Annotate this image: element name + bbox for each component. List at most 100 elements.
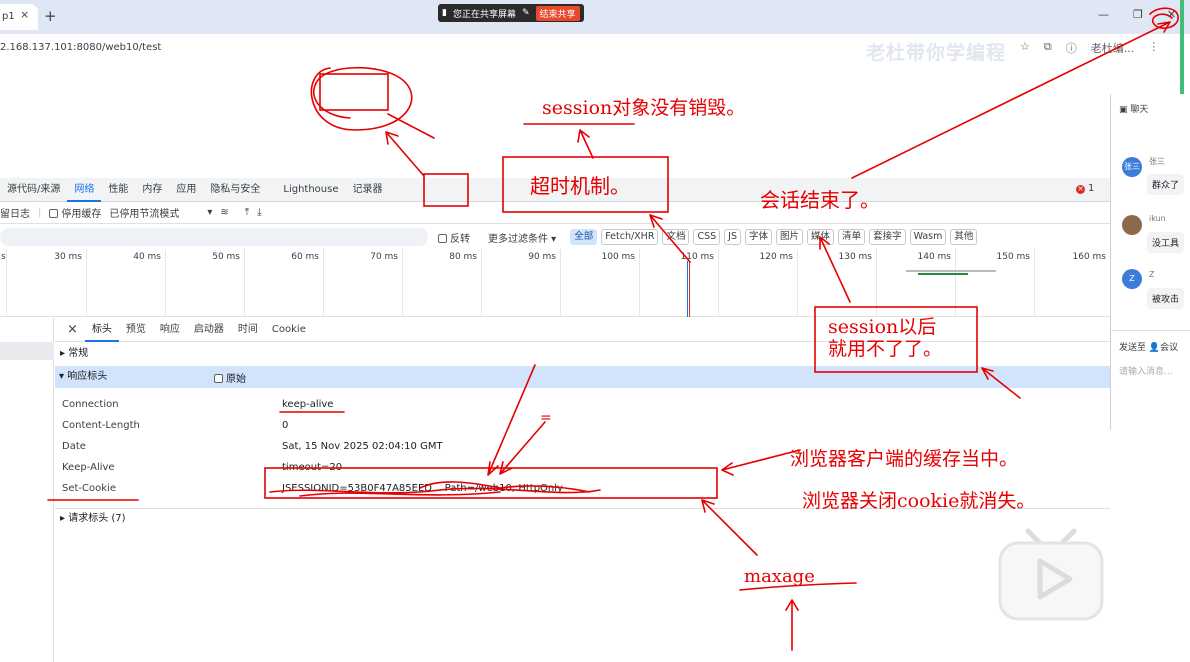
chat-title: 聊天 [1130,105,1149,115]
tab-title: p1 [2,11,15,22]
error-count-badge[interactable]: ✕ 1 [1076,183,1094,194]
annotation-box [319,73,389,111]
restore-button[interactable]: ❐ [1133,8,1143,21]
devtools-tab-sources[interactable]: 源代码/来源 [0,178,67,202]
annotation-line [387,113,435,139]
close-detail-icon[interactable]: × [55,318,85,342]
timeline-marker-dom [687,261,688,317]
toolbar-divider: | [38,207,42,218]
timeline-tick: 130 ms [797,249,876,317]
devtools-tab-network[interactable]: 网络 [67,178,102,202]
user-icon: 👤 [1148,343,1161,353]
detail-tab-response[interactable]: 响应 [153,318,187,342]
timeline-tick: 100 ms [560,249,639,317]
timeline-tick: 140 ms [876,249,955,317]
chat-header: ▣ 聊天 [1119,102,1148,115]
raw-toggle[interactable]: 原始 [214,370,246,385]
annotation-mark: = [540,410,552,426]
filter-chip-fetch[interactable]: Fetch/XHR [601,229,659,245]
disable-cache-toggle[interactable]: 停用缓存 [49,205,101,220]
filter-chip-ws[interactable]: 套接字 [869,229,906,245]
request-detail-tabs: × 标头 预览 响应 启动器 时间 Cookie [55,318,1110,342]
devtools-tab-lighthouse[interactable]: Lighthouse [267,178,345,202]
filter-input[interactable] [0,228,428,246]
extensions-icon[interactable]: ⧉ [1044,40,1052,56]
more-filters-label: 更多过滤条件 [488,233,548,245]
chat-message: 没工具 [1147,232,1185,253]
pen-icon[interactable]: ✎ [522,8,530,18]
invert-checkbox[interactable] [438,233,447,243]
filter-chip-manifest[interactable]: 清单 [838,229,866,245]
invert-toggle[interactable]: 反转 [438,230,470,245]
network-timeline[interactable]: s 30 ms 40 ms 50 ms 60 ms 70 ms 80 ms 90… [0,249,1110,317]
header-name: Content-Length [62,420,140,431]
request-list[interactable] [0,318,54,662]
menu-icon[interactable]: ⋮ [1148,40,1159,56]
send-to-row[interactable]: 发送至 👤会议 [1119,340,1178,353]
disable-cache-checkbox[interactable] [49,209,59,218]
annotation-arrow [385,131,425,177]
detail-tab-initiator[interactable]: 启动器 [187,318,231,342]
detail-tab-headers[interactable]: 标头 [84,318,119,342]
raw-label: 原始 [226,374,246,385]
throttling-select[interactable]: 已停用节流模式 [109,205,179,220]
timeline-tick: 150 ms [955,249,1034,317]
annotation-arrow [785,599,799,651]
profile-button[interactable]: 老杜编... [1091,40,1135,56]
watermark: 老杜带你学编程 [866,42,1007,64]
chat-input[interactable]: 请输入消息... [1119,364,1173,377]
info-icon[interactable]: ⓘ [1066,40,1077,56]
filter-chip-img[interactable]: 图片 [776,229,804,245]
more-filters-dropdown[interactable]: 更多过滤条件 ▾ [488,230,556,245]
address-bar-icons: ☆ ⧉ ⓘ 老杜编... ⋮ [1020,40,1159,56]
header-name: Connection [62,399,119,410]
download-icon[interactable]: ⤓ [257,207,261,218]
header-value: Sat, 15 Nov 2025 02:04:10 GMT [282,441,443,452]
detail-tab-timing[interactable]: 时间 [231,318,265,342]
filter-chip-css[interactable]: CSS [693,229,721,245]
url-text[interactable]: 2.168.137.101:8080/web10/test [0,42,161,53]
detail-tab-preview[interactable]: 预览 [119,318,153,342]
header-name: Keep-Alive [62,462,115,473]
filter-chip-font[interactable]: 字体 [745,229,773,245]
selected-request-row[interactable] [0,342,54,360]
header-name: Set-Cookie [62,483,116,494]
wifi-icon[interactable]: ≋ [220,207,228,218]
chevron-down-icon[interactable]: ▾ [207,207,212,218]
devtools-tab-memory[interactable]: 内存 [135,178,169,202]
signal-icon: ▮ [442,8,447,18]
devtools-tab-application[interactable]: 应用 [169,178,203,202]
filter-chip-all[interactable]: 全部 [570,229,598,245]
filter-chip-media[interactable]: 媒体 [807,229,835,245]
minimize-button[interactable]: — [1098,8,1109,21]
preserve-log-label[interactable]: 留日志 [0,205,30,220]
detail-tab-cookies[interactable]: Cookie [265,318,313,342]
close-window-button[interactable]: ✕ [1167,8,1176,21]
header-value: 0 [282,420,289,431]
devtools-tab-privacy[interactable]: 隐私与安全 [203,178,267,202]
timeline-tick: 30 ms [6,249,86,317]
annotation-arrow [577,129,594,159]
raw-checkbox[interactable] [214,374,223,383]
disable-cache-label: 停用缓存 [61,209,102,220]
chat-message: 群众了 [1147,174,1185,195]
star-icon[interactable]: ☆ [1020,40,1030,56]
stop-share-button[interactable]: 结束共享 [535,5,580,21]
devtools-tab-performance[interactable]: 性能 [101,178,135,202]
filter-chip-wasm[interactable]: Wasm [909,229,947,245]
tab-close-icon[interactable]: × [20,4,34,24]
general-section-toggle[interactable]: ▸ 常规 [55,344,1110,364]
timeline-bar [906,270,996,272]
upload-icon[interactable]: ⤒ [245,207,249,218]
filter-chip-js[interactable]: JS [724,229,741,245]
chat-divider [1111,330,1190,331]
devtools-tab-recorder[interactable]: 记录器 [346,178,390,202]
filter-chip-other[interactable]: 其他 [950,229,978,245]
play-overlay-icon[interactable] [996,527,1106,623]
filter-chip-doc[interactable]: 文档 [662,229,690,245]
chat-icon: ▣ [1119,105,1128,115]
chat-sender: Z [1149,270,1155,279]
timeline-tick: 110 ms [639,249,718,317]
timeline-tick: 160 ms [1034,249,1110,317]
new-tab-button[interactable]: + [44,7,57,25]
